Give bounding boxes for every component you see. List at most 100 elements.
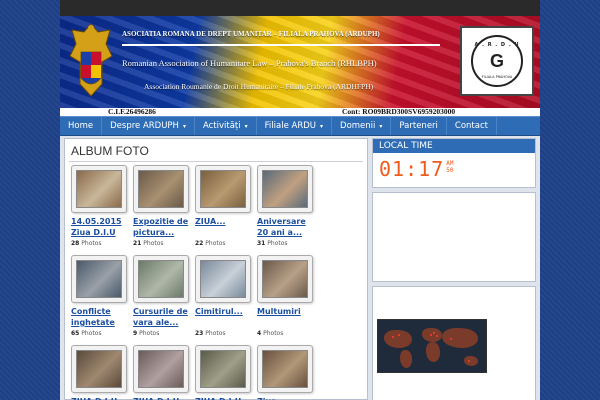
- nav-item-activitati[interactable]: Activități ▾: [195, 117, 257, 135]
- photo-count-number: 23: [195, 330, 204, 337]
- coat-of-arms-icon: [69, 23, 113, 97]
- album-item[interactable]: ZIUA... 22 Photos: [195, 165, 253, 247]
- album-thumbnail[interactable]: [195, 165, 251, 213]
- logo-mark: G: [489, 50, 504, 71]
- album-item[interactable]: ZIUA D.I.U: [133, 345, 191, 400]
- nav-item-filiale[interactable]: Filiale ARDU ▾: [257, 117, 333, 135]
- right-background: [540, 0, 600, 400]
- main-nav: Home Despre ARDUPH ▾ Activități ▾ Filiale …: [60, 116, 540, 136]
- album-photo-count: 9 Photos: [133, 330, 191, 337]
- album-caption-link[interactable]: Aniversare 20 ani a...: [257, 216, 315, 238]
- album-cover-image: [262, 350, 308, 388]
- logo-subtitle: FILIALA PRAHOVA: [481, 75, 513, 79]
- album-thumbnail[interactable]: [257, 165, 313, 213]
- album-thumbnail[interactable]: [71, 255, 127, 303]
- photo-count-label: Photos: [143, 240, 164, 247]
- clock-ampm: AM: [446, 160, 454, 167]
- world-map-icon[interactable]: [377, 319, 487, 373]
- sidebar: LOCAL TIME 01:17 AM 50: [372, 138, 536, 400]
- clock-seconds: 50: [446, 167, 454, 174]
- photo-count-number: 21: [133, 240, 142, 247]
- album-photo-count: 21 Photos: [133, 240, 191, 247]
- album-photo-count: 65 Photos: [71, 330, 129, 337]
- header-title-fr: Association Roumanie de Droit Humanitair…: [144, 82, 374, 91]
- album-cover-image: [200, 170, 246, 208]
- nav-item-home[interactable]: Home: [60, 117, 103, 135]
- album-cover-image: [262, 260, 308, 298]
- logo-letters: A . R . D . U: [474, 42, 520, 48]
- album-item[interactable]: Aniversare 20 ani a... 31 Photos: [257, 165, 315, 247]
- album-cover-image: [76, 350, 122, 388]
- local-time-widget: LOCAL TIME 01:17 AM 50: [372, 138, 536, 188]
- nav-item-domenii[interactable]: Domenii ▾: [332, 117, 392, 135]
- album-thumbnail[interactable]: [133, 345, 189, 393]
- album-thumbnail[interactable]: [195, 345, 251, 393]
- album-caption-link[interactable]: ZIUA...: [195, 216, 253, 238]
- album-item[interactable]: Conflicte inghetate si... 65 Photos: [71, 255, 129, 337]
- header-title-ro: ASOCIATIA ROMANA DE DREPT UMANITAR – FIL…: [122, 30, 380, 38]
- album-photo-count: 22 Photos: [195, 240, 253, 247]
- album-cover-image: [138, 350, 184, 388]
- nav-item-parteneri[interactable]: Parteneri: [391, 117, 447, 135]
- nav-label: Domenii: [340, 121, 376, 131]
- album-caption-link[interactable]: Cursurile de vara ale...: [133, 306, 191, 328]
- photo-count-label: Photos: [267, 240, 288, 247]
- header-banner: ASOCIATIA ROMANA DE DREPT UMANITAR – FIL…: [60, 16, 540, 108]
- album-thumbnail[interactable]: [71, 345, 127, 393]
- clock-time: 01:17: [379, 157, 445, 181]
- album-item[interactable]: Cimitirul... 23 Photos: [195, 255, 253, 337]
- cif-text: C.I.F.26496286: [108, 107, 156, 116]
- album-item[interactable]: Cursurile de vara ale... 9 Photos: [133, 255, 191, 337]
- album-cover-image: [262, 170, 308, 208]
- chevron-down-icon: ▾: [244, 122, 248, 130]
- album-caption-link[interactable]: Expozitie de pictura...: [133, 216, 191, 238]
- album-thumbnail[interactable]: [133, 165, 189, 213]
- album-thumbnail[interactable]: [133, 255, 189, 303]
- nav-item-contact[interactable]: Contact: [447, 117, 497, 135]
- album-caption-link[interactable]: 14.05.2015 Ziua D.I.U: [71, 216, 129, 238]
- album-item[interactable]: Multumiri 4 Photos: [257, 255, 315, 337]
- album-caption-link[interactable]: Multumiri: [257, 306, 315, 328]
- album-photo-count: 23 Photos: [195, 330, 253, 337]
- title-divider: [69, 161, 363, 162]
- visitor-map-widget: [372, 286, 536, 400]
- widget-title: LOCAL TIME: [373, 139, 535, 153]
- album-caption-link[interactable]: ZIUA D.I.U: [71, 396, 129, 400]
- album-photo-count: 31 Photos: [257, 240, 315, 247]
- album-cover-image: [200, 260, 246, 298]
- album-caption-link[interactable]: ZIUA D.I.U: [133, 396, 191, 400]
- album-item[interactable]: 14.05.2015 Ziua D.I.U 28 Photos: [71, 165, 129, 247]
- page-title: ALBUM FOTO: [71, 144, 149, 158]
- photo-count-label: Photos: [263, 330, 284, 337]
- photo-count-number: 28: [71, 240, 80, 247]
- album-item[interactable]: Ziua...: [257, 345, 315, 400]
- album-caption-link[interactable]: ZIUA D.I.U: [195, 396, 253, 400]
- empty-widget: [372, 192, 536, 282]
- album-item[interactable]: ZIUA D.I.U: [71, 345, 129, 400]
- album-photo-count: 28 Photos: [71, 240, 129, 247]
- ardu-logo[interactable]: A . R . D . U G FILIALA PRAHOVA: [460, 26, 534, 96]
- photo-count-number: 31: [257, 240, 266, 247]
- album-thumbnail[interactable]: [195, 255, 251, 303]
- album-thumbnail[interactable]: [257, 345, 313, 393]
- album-panel: ALBUM FOTO 14.05.2015 Ziua D.I.U 28 Photo…: [64, 138, 368, 400]
- nav-label: Home: [68, 121, 94, 131]
- album-photo-count: 4 Photos: [257, 330, 315, 337]
- album-caption-link[interactable]: Conflicte inghetate si...: [71, 306, 129, 328]
- header-title-en: Romanian Association of Humanitare Law –…: [122, 58, 377, 68]
- album-cover-image: [138, 260, 184, 298]
- photo-count-number: 65: [71, 330, 80, 337]
- photo-count-label: Photos: [139, 330, 160, 337]
- left-background: [0, 0, 60, 400]
- album-caption-link[interactable]: Cimitirul...: [195, 306, 253, 328]
- album-thumbnail[interactable]: [257, 255, 313, 303]
- album-caption-link[interactable]: Ziua...: [257, 396, 315, 400]
- photo-count-label: Photos: [81, 330, 102, 337]
- photo-count-number: 4: [257, 330, 262, 337]
- album-thumbnail[interactable]: [71, 165, 127, 213]
- top-bar: [60, 0, 540, 16]
- nav-label: Parteneri: [399, 121, 438, 131]
- album-item[interactable]: ZIUA D.I.U: [195, 345, 253, 400]
- album-item[interactable]: Expozitie de pictura... 21 Photos: [133, 165, 191, 247]
- nav-item-despre[interactable]: Despre ARDUPH ▾: [102, 117, 195, 135]
